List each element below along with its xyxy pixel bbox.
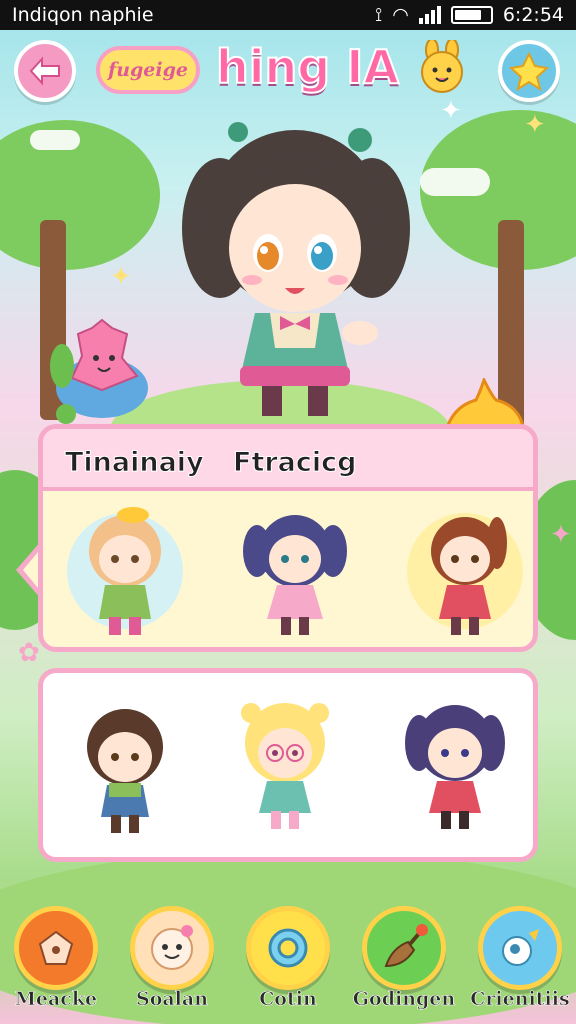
ring-icon [268,928,308,968]
smile-face-icon [151,925,193,970]
nav-item-meacke[interactable]: Meacke [8,906,104,1018]
character-card-blonde-glasses[interactable] [225,693,345,833]
purple-hair-girl-avatar-icon [405,705,505,829]
tab-secondary[interactable]: Ftracicg [232,447,356,479]
wifi-icon: ◠ [392,4,409,26]
status-bar: Indiqon naphie ⟟ ◠ 6:2:54 [0,0,576,30]
character-panel-top: Tinainaiy Ftracicg [38,424,538,652]
nav-label-cotin: Cotin [259,988,317,1011]
hero-character [182,122,410,416]
redhead-girl-avatar-icon [407,513,523,635]
character-panel-bottom [38,668,538,862]
nav-label-godingen: Godingen [352,988,456,1011]
vibrate-icon: ⟟ [375,4,383,26]
blonde-glasses-girl-avatar-icon [241,703,329,829]
character-card-redhead[interactable] [405,501,525,641]
orange-fruit-icon [38,930,74,965]
brush-icon [384,924,428,968]
nav-button-godingen[interactable] [362,906,446,990]
nav-label-meacke: Meacke [14,988,98,1011]
character-card-blonde[interactable] [65,501,185,641]
back-button[interactable] [14,40,76,102]
character-card-brown[interactable] [65,697,185,837]
panel-tab-bar: Tinainaiy Ftracicg [43,429,533,491]
sparkle-gem-icon [509,51,549,91]
character-card-twintail[interactable] [235,501,355,641]
tab-primary[interactable]: Tinainaiy [65,447,205,479]
signal-icon [418,6,441,24]
pink-blue-mascot-icon [50,318,148,424]
mode-pill-button[interactable]: fugeige [96,46,200,94]
nav-item-godingen[interactable]: Godingen [352,906,456,1018]
status-time: 6:2:54 [502,4,564,26]
nav-label-soalan: Soalan [135,988,209,1011]
nav-label-crienitiis: Crienitiis [470,988,570,1011]
nav-item-cotin[interactable]: Cotin [240,906,336,1018]
blonde-girl-avatar-icon [67,507,183,635]
nav-button-crienitiis[interactable] [478,906,562,990]
back-arrow-icon [29,56,60,86]
nav-item-crienitiis[interactable]: Crienitiis [470,906,570,1018]
settings-button[interactable] [498,40,560,102]
purple-twintail-girl-avatar-icon [243,515,347,635]
status-icons: ⟟ ◠ 6:2:54 [375,4,564,26]
yellow-bunny-mascot-icon [421,40,463,93]
status-app-name: Indiqon naphie [12,4,154,26]
brown-hair-girl-avatar-icon [87,709,163,833]
nav-button-cotin[interactable] [246,906,330,990]
battery-icon [450,6,493,24]
nav-button-soalan[interactable] [130,906,214,990]
page-title: hing IA [215,39,400,95]
bubble-icon [502,929,539,966]
character-card-purple[interactable] [395,693,515,833]
nav-button-meacke[interactable] [14,906,98,990]
nav-item-soalan[interactable]: Soalan [124,906,220,1018]
